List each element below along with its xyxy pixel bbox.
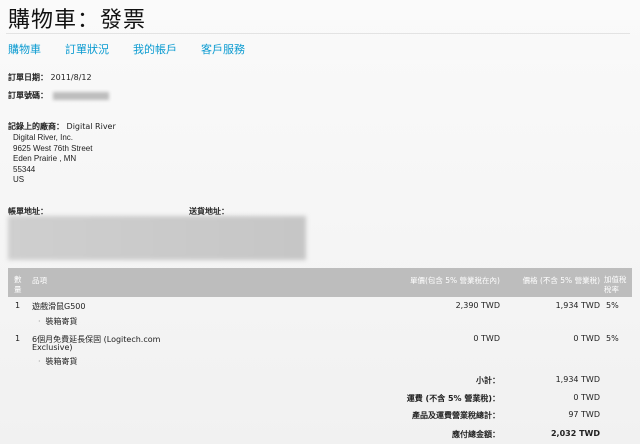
order-date-label: 訂單日期： [8,73,48,82]
seller-address-line: Digital River, Inc. [13,133,74,142]
subtotal-label: 小計： [476,376,500,385]
seller-address: Digital River, Inc. 9625 West 76th Stree… [13,133,92,186]
header-item: 品項 [32,276,47,285]
page-title: 購物車：發票 [8,8,147,33]
seller-address-line: 9625 West 76th Street [13,143,93,153]
nav-customer-service[interactable]: 客戶服務 [201,41,245,57]
header-unit-price: 單價(包含 5% 營業稅在內) [409,276,500,285]
tax-total-value: 97 TWD [568,410,600,419]
row1-sub-item: · 裝箱寄貨 [38,316,78,327]
nav-my-account[interactable]: 我的帳戶 [133,41,177,57]
order-number-label: 訂單號碼： [8,91,48,100]
seller-address-line: Eden Prairie , MN [13,154,77,163]
seller-row: 記錄上的廠商： Digital River [8,121,116,132]
order-number-redacted [52,91,109,100]
table-header: 數量 品項 單價(包含 5% 營業稅在內) 價格 (不含 5% 營業稅) 加值稅… [8,268,632,297]
tax-total-label: 產品及運費營業稅總計： [412,411,500,420]
row1-qty: 1 [15,301,21,310]
row1-sub-item-label: 裝箱寄貨 [45,317,78,326]
row2-unit-price: 0 TWD [473,334,500,343]
bullet-icon: · [38,357,41,366]
row2-tax-rate: 5% [606,334,619,343]
order-date-value: 2011/8/12 [50,73,92,82]
address-redacted-block [8,216,306,260]
bullet-icon: · [38,317,41,326]
row2-item-name-line2: Exclusive) [32,343,73,352]
shipping-value: 0 TWD [573,393,600,402]
seller-address-line: US [13,175,25,184]
row1-tax-rate: 5% [606,301,619,310]
subtotal-value: 1,934 TWD [555,375,600,384]
row2-sub-item: · 裝箱寄貨 [38,356,78,367]
header-tax-rate: 加值稅稅率 [604,275,627,294]
row1-item-name: 遊戲滑鼠G500 [32,302,86,311]
row1-price: 1,934 TWD [555,301,600,310]
nav-cart[interactable]: 購物車 [8,41,41,57]
header-qty: 數量 [14,275,22,294]
seller-name: Digital River [66,122,116,131]
row2-price: 0 TWD [573,334,600,343]
order-date-row: 訂單日期： 2011/8/12 [8,72,92,83]
header-price: 價格 (不含 5% 營業稅) [522,276,600,285]
grand-total-label: 應付總金額： [452,430,500,439]
seller-label: 記錄上的廠商： [8,122,64,131]
seller-address-line: 55344 [13,164,36,174]
row2-qty: 1 [15,334,21,343]
row2-sub-item-label: 裝箱寄貨 [45,357,78,366]
nav-order-status[interactable]: 訂單狀況 [65,41,109,57]
main-nav: 購物車 訂單狀況 我的帳戶 客戶服務 [8,41,269,57]
row1-unit-price: 2,390 TWD [455,301,500,310]
title-divider [6,33,630,34]
shipping-label: 運費 (不含 5% 營業稅)： [406,394,500,403]
grand-total-value: 2,032 TWD [550,429,600,438]
invoice-table: 數量 品項 單價(包含 5% 營業稅在內) 價格 (不含 5% 營業稅) 加值稅… [8,268,632,297]
order-number-row: 訂單號碼： [8,90,109,101]
